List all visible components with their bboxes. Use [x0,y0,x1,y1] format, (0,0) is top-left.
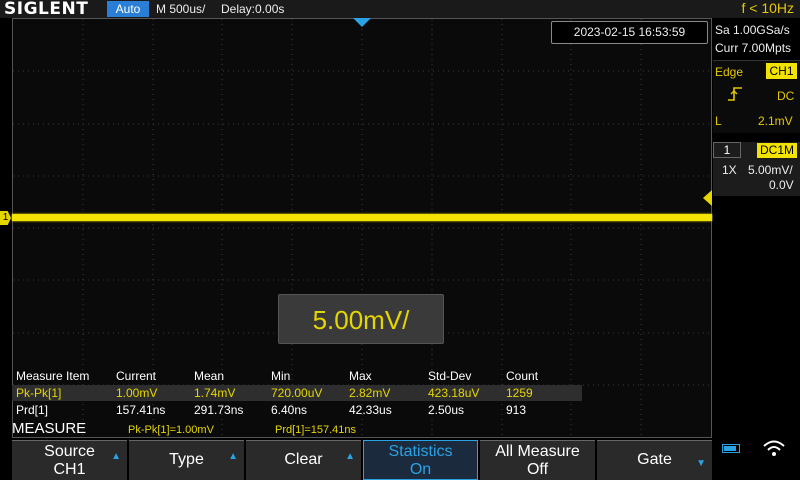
table-cell: 423.18uV [428,386,480,400]
ch1-offset-marker[interactable]: 1 [0,211,11,225]
channel-coupling-badge: DC1M [757,143,797,158]
channel-number: 1 [713,142,741,158]
table-cell: 2.50us [428,403,465,417]
type-softkey[interactable]: Type ▲ [129,440,244,480]
wifi-icon [763,440,785,456]
triangle-up-icon: ▲ [228,451,238,462]
vertical-offset: 0.0V [769,178,794,192]
table-cell: 157.41ns [116,403,166,417]
table-cell: 291.73ns [194,403,244,417]
softkey-label: Statistics [388,443,453,460]
clear-softkey[interactable]: Clear ▲ [246,440,361,480]
measurement-readout: Pk-Pk[1]=1.00mV [128,424,214,436]
softkey-label: All Measure [495,443,580,460]
frequency-counter: f < 10Hz [741,0,794,16]
column-header-cell: Mean [194,369,225,383]
column-header-cell: Count [506,369,539,383]
table-cell: 2.82mV [349,386,391,400]
trigger-position-marker[interactable] [353,18,371,27]
softkey-value: Off [526,461,549,478]
trigger-source-badge: CH1 [766,63,797,79]
statistics-softkey[interactable]: Statistics On [363,440,478,480]
vertical-scale: 5.00mV/ [748,163,793,177]
datetime-display: 2023-02-15 16:53:59 [551,21,708,44]
trigger-level-marker[interactable] [703,190,712,206]
softkey-label: Gate [637,451,672,468]
table-row[interactable]: Pk-Pk[1] 1.00mV 1.74mV 720.00uV 2.82mV 423.18… [12,385,582,401]
measurement-readout: Prd[1]=157.41ns [275,424,357,436]
battery-icon [722,444,740,453]
scale-change-popup: 5.00mV/ [278,294,444,344]
trigger-type: Edge [715,65,744,79]
softkey-label: Type [169,451,204,468]
table-cell: Pk-Pk[1] [16,386,62,400]
table-cell: 6.40ns [271,403,308,417]
column-header-cell: Std-Dev [428,369,472,383]
probe-attenuation: 1X [722,163,737,177]
trigger-level-value: 2.1mV [758,114,793,128]
delay-readout[interactable]: Delay:0.00s [221,2,284,16]
column-header-cell: Measure Item [16,369,90,383]
all-measure-softkey[interactable]: All Measure Off [480,440,595,480]
triangle-up-icon: ▲ [345,451,355,462]
trigger-coupling: DC [777,89,795,103]
trigger-level-label: L [715,114,722,128]
triangle-up-icon: ▲ [111,451,121,462]
timebase-readout[interactable]: M 500us/ [156,2,205,16]
ch1-waveform-trace [12,214,712,221]
table-cell: 1.00mV [116,386,158,400]
menu-title: MEASURE [12,420,87,437]
trigger-mode-badge[interactable]: Auto [107,1,149,17]
softkey-label: Source [44,443,95,460]
softkey-value: On [409,461,432,478]
table-cell: 1259 [506,386,533,400]
table-cell: 720.00uV [271,386,323,400]
triangle-down-icon: ▼ [696,458,706,469]
sample-rate-readout: Sa 1.00GSa/s [715,23,790,37]
table-cell: 42.33us [349,403,392,417]
memory-depth-readout: Curr 7.00Mpts [715,41,792,55]
source-softkey[interactable]: Source CH1 ▲ [12,440,127,480]
column-header-cell: Max [349,369,372,383]
rising-edge-icon [728,87,742,101]
table-cell: 1.74mV [194,386,236,400]
softkey-label: Clear [284,451,323,468]
table-cell: Prd[1] [16,403,49,417]
table-cell: 913 [506,403,527,417]
column-header-cell: Current [116,369,157,383]
column-header-cell: Min [271,369,291,383]
brand-logo: SIGLENT [4,0,89,19]
softkey-value: CH1 [53,461,86,478]
gate-softkey[interactable]: Gate ▼ [597,440,712,480]
